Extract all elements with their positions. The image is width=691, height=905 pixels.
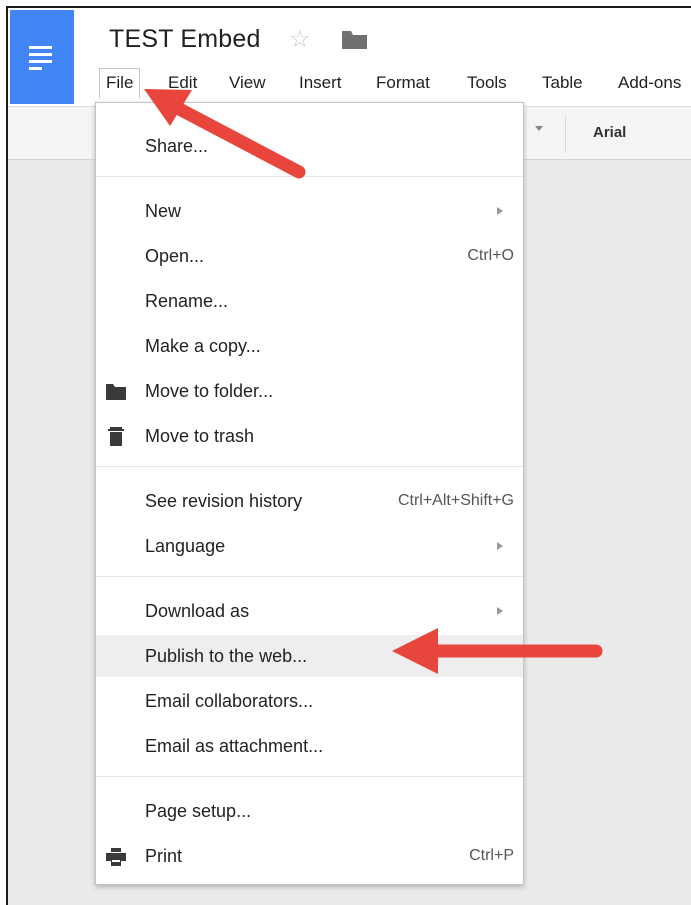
logo-line xyxy=(29,46,52,49)
menu-insert[interactable]: Insert xyxy=(293,68,348,98)
star-icon[interactable]: ☆ xyxy=(289,25,311,55)
menu-item-label: Email collaborators... xyxy=(145,691,314,711)
toolbar-separator xyxy=(565,115,566,153)
docs-header: TEST Embed ☆ File Edit View Insert Forma… xyxy=(8,8,691,106)
menu-item-page-setup[interactable]: Page setup... xyxy=(96,790,523,832)
menu-item-language[interactable]: Language xyxy=(96,525,523,567)
font-family-select[interactable]: Arial xyxy=(593,124,626,141)
menu-edit[interactable]: Edit xyxy=(162,68,203,98)
menu-add-ons[interactable]: Add-ons xyxy=(612,68,687,98)
menu-item-see-revision-history[interactable]: See revision history Ctrl+Alt+Shift+G xyxy=(96,480,523,522)
print-icon xyxy=(106,848,126,866)
docs-app-icon[interactable] xyxy=(10,10,74,104)
menu-item-email-collaborators[interactable]: Email collaborators... xyxy=(96,680,523,722)
menu-item-shortcut: Ctrl+O xyxy=(467,247,514,264)
menu-item-rename[interactable]: Rename... xyxy=(96,280,523,322)
menu-item-open[interactable]: Open... Ctrl+O xyxy=(96,235,523,277)
menu-item-make-a-copy[interactable]: Make a copy... xyxy=(96,325,523,367)
menu-item-label: Open... xyxy=(145,246,205,266)
menu-table[interactable]: Table xyxy=(536,68,589,98)
menu-tools[interactable]: Tools xyxy=(461,68,513,98)
menu-item-shortcut: Ctrl+P xyxy=(469,847,514,864)
menu-item-print[interactable]: Print Ctrl+P xyxy=(96,835,523,877)
menu-item-label: New xyxy=(145,201,182,221)
app-window: TEST Embed ☆ File Edit View Insert Forma… xyxy=(6,6,691,905)
menu-item-label: Email as attachment... xyxy=(145,736,324,756)
menu-item-label: Download as xyxy=(145,601,250,621)
menu-item-label: Language xyxy=(145,536,226,556)
logo-line xyxy=(29,67,42,70)
dropdown-caret-icon[interactable] xyxy=(535,126,543,131)
menu-separator xyxy=(96,176,523,177)
submenu-arrow-icon xyxy=(497,607,503,615)
menu-item-move-to-folder[interactable]: Move to folder... xyxy=(96,370,523,412)
submenu-arrow-icon xyxy=(497,207,503,215)
menu-separator xyxy=(96,466,523,467)
menu-separator xyxy=(96,576,523,577)
menu-item-label: Make a copy... xyxy=(145,336,261,356)
menu-item-new[interactable]: New xyxy=(96,190,523,232)
folder-icon[interactable] xyxy=(342,31,367,49)
menu-item-move-to-trash[interactable]: Move to trash xyxy=(96,415,523,457)
logo-line xyxy=(29,53,52,56)
menu-item-publish-to-the-web[interactable]: Publish to the web... xyxy=(96,635,523,677)
menu-separator xyxy=(96,776,523,777)
menu-item-label: Move to folder... xyxy=(145,381,274,401)
logo-line xyxy=(29,60,52,63)
submenu-arrow-icon xyxy=(497,542,503,550)
menu-item-label: See revision history xyxy=(145,491,303,511)
document-title[interactable]: TEST Embed xyxy=(109,25,261,54)
menu-item-label: Page setup... xyxy=(145,801,252,821)
menu-item-label: Rename... xyxy=(145,291,229,311)
menu-item-shortcut: Ctrl+Alt+Shift+G xyxy=(397,492,514,509)
menu-item-label: Print xyxy=(145,846,183,866)
menu-file[interactable]: File xyxy=(99,68,141,98)
menu-item-share[interactable]: Share... xyxy=(96,125,523,167)
menu-item-label: Publish to the web... xyxy=(145,646,308,666)
menu-item-email-as-attachment[interactable]: Email as attachment... xyxy=(96,725,523,767)
file-menu-dropdown: Share... New Open... Ctrl+O Rename... Ma… xyxy=(95,102,524,885)
menu-item-download-as[interactable]: Download as xyxy=(96,590,523,632)
menu-format[interactable]: Format xyxy=(370,68,436,98)
menu-item-label: Share... xyxy=(145,136,209,156)
trash-icon xyxy=(108,427,124,446)
folder-icon xyxy=(106,384,126,400)
menu-view[interactable]: View xyxy=(223,68,272,98)
menu-item-label: Move to trash xyxy=(145,426,255,446)
